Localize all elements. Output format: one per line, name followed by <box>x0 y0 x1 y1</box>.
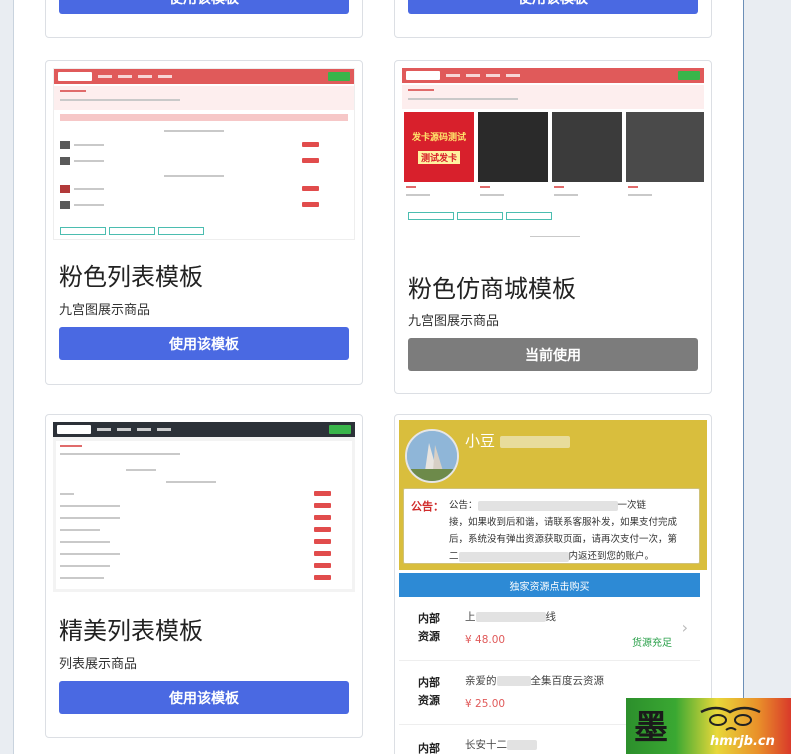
template-card-pink-list: 粉色列表模板 九宫图展示商品 使用该模板 <box>45 60 363 385</box>
template-title: 粉色列表模板 <box>59 263 203 291</box>
promo-subtitle: 测试发卡 <box>417 151 460 164</box>
profile-header: 小豆 公告： 公告： 一次链 接，如果收到后和谐，请联系客服补发，如果支付完成 后… <box>399 420 707 570</box>
preview-navbar <box>402 68 704 83</box>
template-description: 九宫图展示商品 <box>408 314 500 329</box>
preview-navbar <box>54 69 354 84</box>
template-preview-pink-list <box>53 68 355 240</box>
item-tag: 内部 资源 <box>418 612 440 643</box>
use-template-button[interactable]: 使用该模板 <box>59 681 349 714</box>
template-title: 精美列表模板 <box>59 617 203 645</box>
template-preview-pink-mall: 发卡源码测试 测试发卡 <box>402 68 704 250</box>
template-title: 粉色仿商城模板 <box>408 275 576 303</box>
item-title: 上线 <box>465 611 556 623</box>
watermark-text: hmrjb.cn <box>710 734 775 749</box>
avatar <box>405 429 459 483</box>
item-title: 长安十二 <box>465 737 537 752</box>
item-tag: 内部 <box>418 742 440 754</box>
item-tag: 内部 资源 <box>418 676 440 707</box>
buy-resources-bar[interactable]: 独家资源点击购买 <box>399 573 700 597</box>
item-price: ¥ 25.00 <box>465 698 506 710</box>
list-item[interactable]: 内部 资源 上线 ¥ 48.00 货源充足 › <box>399 600 700 661</box>
template-card-top-left: 使用该模板 <box>45 0 363 38</box>
item-stock-status: 货源充足 <box>632 638 672 649</box>
use-template-button-top-left[interactable]: 使用该模板 <box>59 0 349 14</box>
template-card-pink-mall: 发卡源码测试 测试发卡 粉色仿商城模板 九宫图展示商品 当前使用 <box>394 60 712 394</box>
item-price: ¥ 48.00 <box>465 634 506 646</box>
current-template-button[interactable]: 当前使用 <box>408 338 698 371</box>
notice-label: 公告： <box>411 500 444 513</box>
use-template-button-top-right[interactable]: 使用该模板 <box>408 0 698 14</box>
notice-box: 公告： 公告： 一次链 接，如果收到后和谐，请联系客服补发，如果支付完成 后，系统… <box>403 488 700 564</box>
watermark-face-icon <box>700 706 761 731</box>
template-preview-fine-list <box>53 422 355 592</box>
chevron-right-icon: › <box>681 618 688 637</box>
use-template-button[interactable]: 使用该模板 <box>59 327 349 360</box>
template-gallery-panel: 使用该模板 使用该模板 <box>13 0 744 754</box>
template-description: 列表展示商品 <box>59 657 138 672</box>
template-card-top-right: 使用该模板 <box>394 0 712 38</box>
watermark-glyph: 墨 <box>634 708 668 748</box>
promo-title: 发卡源码测试 <box>411 133 466 143</box>
template-card-fine-list: 精美列表模板 列表展示商品 使用该模板 <box>45 414 363 738</box>
item-title: 亲爱的 全集百度云资源 <box>465 675 604 687</box>
notice-text: 公告： 一次链 接，如果收到后和谐，请联系客服补发，如果支付完成 后，系统没有弹出… <box>449 500 678 562</box>
site-watermark: 墨 hmrjb.cn <box>626 698 791 754</box>
template-description: 九宫图展示商品 <box>59 303 151 318</box>
profile-name: 小豆 <box>465 430 570 451</box>
preview-navbar <box>53 422 355 437</box>
